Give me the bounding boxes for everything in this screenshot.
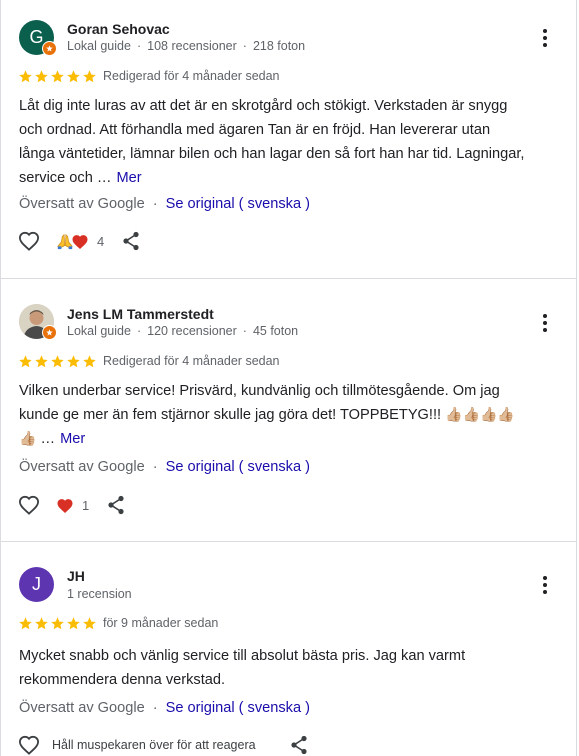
translation-note: Översatt av Google · Se original ( svenska… (19, 459, 310, 475)
star-icon (35, 617, 48, 630)
photo-count: 218 foton (252, 39, 306, 53)
star-rating (18, 69, 97, 84)
reviewer-meta: 1 recension (67, 587, 132, 601)
see-original-link[interactable]: Se original ( svenska ) (166, 700, 310, 716)
reactions[interactable]: 1 (56, 497, 89, 514)
avatar[interactable]: J (19, 567, 54, 602)
review-count: 120 recensioner (147, 324, 237, 338)
review-card: G Goran Sehovac Lokal guide · 108 recensio… (0, 0, 577, 278)
star-icon (83, 355, 96, 368)
more-vert-icon (543, 314, 547, 332)
heart-outline-icon (18, 735, 40, 755)
share-button[interactable] (122, 231, 140, 251)
heart-filled-icon (72, 234, 88, 249)
star-icon (67, 355, 80, 368)
star-icon (35, 70, 48, 83)
avatar-letter: G (29, 27, 44, 47)
share-icon (108, 495, 124, 515)
reviewer-meta: Lokal guide · 108 recensioner · 218 foton (67, 39, 306, 53)
read-more-link[interactable]: Mer (116, 170, 141, 186)
translation-note: Översatt av Google · Se original ( svenska… (19, 196, 310, 212)
star-icon (35, 355, 48, 368)
review-date: för 9 månader sedan (103, 616, 219, 630)
like-button[interactable] (18, 495, 40, 515)
see-original-link[interactable]: Se original ( svenska ) (166, 196, 310, 212)
heart-outline-icon (18, 495, 40, 515)
local-guide-label: Lokal guide (67, 39, 131, 53)
share-icon (123, 231, 139, 251)
avatar-letter: J (32, 574, 41, 594)
local-guide-badge-icon (42, 325, 57, 340)
review-text: Låt dig inte luras av att det är en skro… (19, 98, 525, 186)
more-options-button[interactable] (534, 25, 556, 51)
star-icon (67, 617, 80, 630)
heart-filled-icon (57, 498, 73, 513)
like-button[interactable] (18, 231, 40, 251)
read-more-link[interactable]: Mer (60, 431, 85, 447)
share-button[interactable] (107, 495, 125, 515)
star-icon (19, 617, 32, 630)
more-vert-icon (543, 29, 547, 47)
more-options-button[interactable] (534, 572, 556, 598)
review-count: 108 recensioner (147, 39, 237, 53)
star-rating (18, 616, 97, 631)
ellipsis: … (40, 431, 56, 447)
share-icon (290, 735, 307, 755)
star-icon (19, 355, 32, 368)
star-icon (83, 617, 96, 630)
avatar[interactable] (19, 304, 57, 340)
local-guide-badge-icon (42, 41, 57, 56)
reviewer-meta: Lokal guide · 120 recensioner · 45 foton (67, 324, 299, 338)
review-date: Redigerad för 4 månader sedan (103, 69, 280, 83)
translation-note: Översatt av Google · Se original ( svenska… (19, 700, 310, 716)
star-icon (83, 70, 96, 83)
reviewer-name[interactable]: Goran Sehovac (67, 21, 170, 37)
star-icon (67, 70, 80, 83)
star-icon (51, 70, 64, 83)
review-date: Redigerad för 4 månader sedan (103, 354, 280, 368)
star-rating (18, 354, 97, 369)
review-text: Vilken underbar service! Prisvärd, kundv… (19, 383, 515, 447)
avatar[interactable]: G (19, 20, 57, 56)
thumbs-up-emoji: 👍🏼👍🏼👍🏼👍🏼 (445, 406, 515, 422)
review-card: Jens LM Tammerstedt Lokal guide · 120 rece… (0, 279, 577, 541)
reviewer-name[interactable]: Jens LM Tammerstedt (67, 306, 214, 322)
review-actions: 1 (18, 495, 125, 515)
review-card: J JH 1 recension för 9 månader sedan Myc… (0, 542, 577, 756)
see-original-link[interactable]: Se original ( svenska ) (166, 459, 310, 475)
more-vert-icon (543, 576, 547, 594)
reaction-count: 1 (82, 497, 90, 513)
star-icon (51, 355, 64, 368)
like-button[interactable] (18, 735, 40, 755)
reaction-count: 4 (97, 233, 105, 249)
star-icon (19, 70, 32, 83)
more-options-button[interactable] (534, 310, 556, 336)
react-hover-hint: Håll muspekaren över för att reagera (52, 738, 256, 752)
heart-outline-icon (18, 231, 40, 251)
review-actions: Håll muspekaren över för att reagera (18, 735, 308, 755)
review-text: Mycket snabb och vänlig service till abs… (19, 648, 466, 688)
thumbs-up-emoji: 👍🏼 (19, 430, 37, 446)
reactions[interactable]: 4 (56, 232, 104, 250)
review-count: 1 recension (67, 587, 132, 601)
reviewer-name[interactable]: JH (67, 568, 85, 584)
photo-count: 45 foton (252, 324, 299, 338)
local-guide-label: Lokal guide (67, 324, 131, 338)
review-actions: 4 (18, 231, 140, 251)
star-icon (51, 617, 64, 630)
share-button[interactable] (290, 735, 308, 755)
